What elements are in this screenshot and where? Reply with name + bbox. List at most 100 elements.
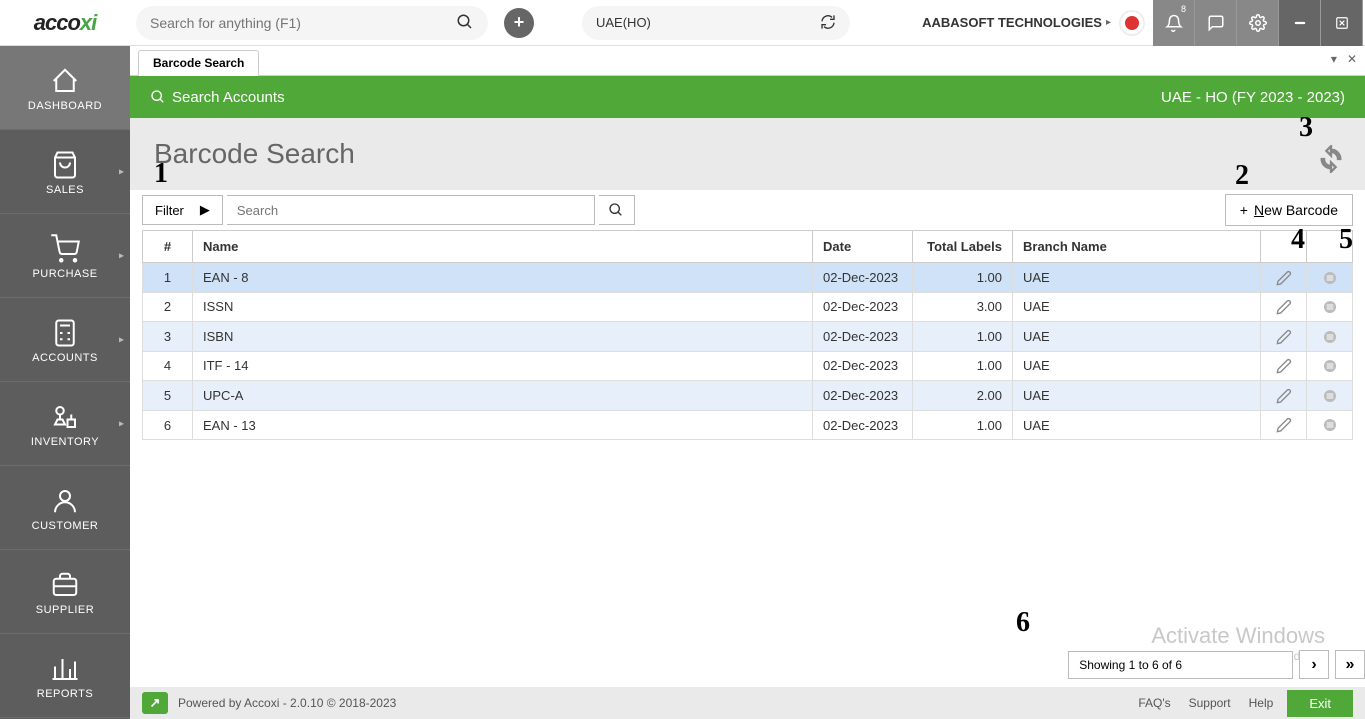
tab-dropdown-icon[interactable]: ▾ [1331, 52, 1337, 66]
filter-search-button[interactable] [599, 195, 635, 225]
tab-bar: Barcode Search ▾ ✕ [130, 46, 1365, 76]
new-barcode-button[interactable]: + New Barcode [1225, 194, 1353, 226]
table-row[interactable]: 4 ITF - 14 02-Dec-2023 1.00 UAE [143, 351, 1353, 381]
nav-accounts[interactable]: ACCOUNTS ▸ [0, 298, 130, 382]
chevron-right-icon: ▸ [119, 334, 124, 345]
cell-idx: 6 [143, 410, 193, 440]
col-idx[interactable]: # [143, 231, 193, 263]
edit-button[interactable] [1261, 292, 1307, 322]
cell-branch: UAE [1013, 381, 1261, 411]
inventory-icon [50, 399, 80, 432]
sidebar: DASHBOARD SALES ▸ PURCHASE ▸ ACCOUNTS ▸ … [0, 46, 130, 719]
cell-idx: 1 [143, 263, 193, 293]
search-accounts-label: Search Accounts [172, 89, 285, 106]
global-search[interactable] [136, 6, 488, 40]
cell-total: 3.00 [913, 292, 1013, 322]
footer-help[interactable]: Help [1249, 696, 1274, 710]
edit-button[interactable] [1261, 263, 1307, 293]
fiscal-year: UAE - HO (FY 2023 - 2023) [1161, 89, 1345, 106]
global-search-input[interactable] [150, 15, 456, 31]
col-date[interactable]: Date [813, 231, 913, 263]
tab-barcode-search[interactable]: Barcode Search [138, 50, 259, 76]
nav-label: CUSTOMER [32, 520, 99, 532]
next-page-button[interactable]: › [1299, 650, 1329, 679]
branch-input[interactable] [596, 15, 820, 30]
company-name[interactable]: AABASOFT TECHNOLOGIES [922, 15, 1102, 30]
table-row[interactable]: 6 EAN - 13 02-Dec-2023 1.00 UAE [143, 410, 1353, 440]
nav-customer[interactable]: CUSTOMER [0, 466, 130, 550]
cell-branch: UAE [1013, 351, 1261, 381]
chat-icon[interactable] [1195, 0, 1237, 46]
cell-name: ITF - 14 [193, 351, 813, 381]
search-accounts-button[interactable]: Search Accounts [150, 89, 285, 106]
nav-purchase[interactable]: PURCHASE ▸ [0, 214, 130, 298]
branch-selector[interactable] [582, 6, 850, 40]
reports-icon [50, 651, 80, 684]
search-icon[interactable] [456, 13, 474, 31]
cell-name: ISBN [193, 322, 813, 352]
logo: accoxi [0, 0, 130, 46]
more-button[interactable] [1307, 263, 1353, 293]
add-button[interactable]: + [504, 8, 534, 38]
nav-label: SUPPLIER [36, 604, 94, 616]
footer-faq[interactable]: FAQ's [1138, 696, 1170, 710]
cell-total: 1.00 [913, 410, 1013, 440]
top-header: accoxi + AABASOFT TECHNOLOGIES ▸ 8 [0, 0, 1365, 46]
tab-close-icon[interactable]: ✕ [1347, 52, 1357, 66]
play-icon: ▶ [200, 202, 210, 218]
page-title: Barcode Search [154, 138, 355, 170]
table-row[interactable]: 3 ISBN 02-Dec-2023 1.00 UAE [143, 322, 1353, 352]
table-row[interactable]: 2 ISSN 02-Dec-2023 3.00 UAE [143, 292, 1353, 322]
edit-button[interactable] [1261, 351, 1307, 381]
edit-button[interactable] [1261, 322, 1307, 352]
status-indicator[interactable] [1119, 10, 1145, 36]
page-info: Showing 1 to 6 of 6 [1068, 651, 1293, 679]
nav-label: PURCHASE [32, 268, 97, 280]
more-button[interactable] [1307, 410, 1353, 440]
refresh-button[interactable] [1317, 142, 1345, 173]
footer-support[interactable]: Support [1189, 696, 1231, 710]
nav-label: SALES [46, 184, 84, 196]
filter-button[interactable]: Filter ▶ [142, 195, 223, 225]
settings-icon[interactable] [1237, 0, 1279, 46]
nav-reports[interactable]: REPORTS [0, 634, 130, 718]
col-branch[interactable]: Branch Name [1013, 231, 1261, 263]
notification-icon[interactable]: 8 [1153, 0, 1195, 46]
more-button[interactable] [1307, 292, 1353, 322]
minimize-icon[interactable] [1279, 0, 1321, 46]
nav-label: REPORTS [37, 688, 93, 700]
green-bar: Search Accounts UAE - HO (FY 2023 - 2023… [130, 76, 1365, 118]
edit-button[interactable] [1261, 410, 1307, 440]
cell-date: 02-Dec-2023 [813, 351, 913, 381]
more-button[interactable] [1307, 381, 1353, 411]
exit-button[interactable]: Exit [1287, 690, 1353, 717]
nav-inventory[interactable]: INVENTORY ▸ [0, 382, 130, 466]
chevron-right-icon: ▸ [119, 418, 124, 429]
col-name[interactable]: Name [193, 231, 813, 263]
edit-button[interactable] [1261, 381, 1307, 411]
bag-icon [50, 147, 80, 180]
filter-search-input[interactable] [227, 195, 595, 225]
home-icon [50, 63, 80, 96]
company-arrow-icon[interactable]: ▸ [1106, 17, 1111, 28]
table-row[interactable]: 5 UPC-A 02-Dec-2023 2.00 UAE [143, 381, 1353, 411]
logo-text: accoxi [34, 10, 97, 36]
refresh-icon[interactable] [820, 14, 836, 32]
cell-branch: UAE [1013, 410, 1261, 440]
col-total[interactable]: Total Labels [913, 231, 1013, 263]
cell-name: ISSN [193, 292, 813, 322]
nav-dashboard[interactable]: DASHBOARD [0, 46, 130, 130]
annotation-1: 1 [154, 158, 168, 190]
last-page-button[interactable]: » [1335, 650, 1365, 679]
table-row[interactable]: 1 EAN - 8 02-Dec-2023 1.00 UAE [143, 263, 1353, 293]
cell-date: 02-Dec-2023 [813, 410, 913, 440]
close-icon[interactable] [1321, 0, 1363, 46]
nav-supplier[interactable]: SUPPLIER [0, 550, 130, 634]
annotation-4: 4 [1291, 224, 1305, 256]
more-button[interactable] [1307, 351, 1353, 381]
more-button[interactable] [1307, 322, 1353, 352]
cell-idx: 4 [143, 351, 193, 381]
footer-logo-icon: ↗ [142, 692, 168, 714]
nav-sales[interactable]: SALES ▸ [0, 130, 130, 214]
annotation-6: 6 [1016, 607, 1030, 639]
